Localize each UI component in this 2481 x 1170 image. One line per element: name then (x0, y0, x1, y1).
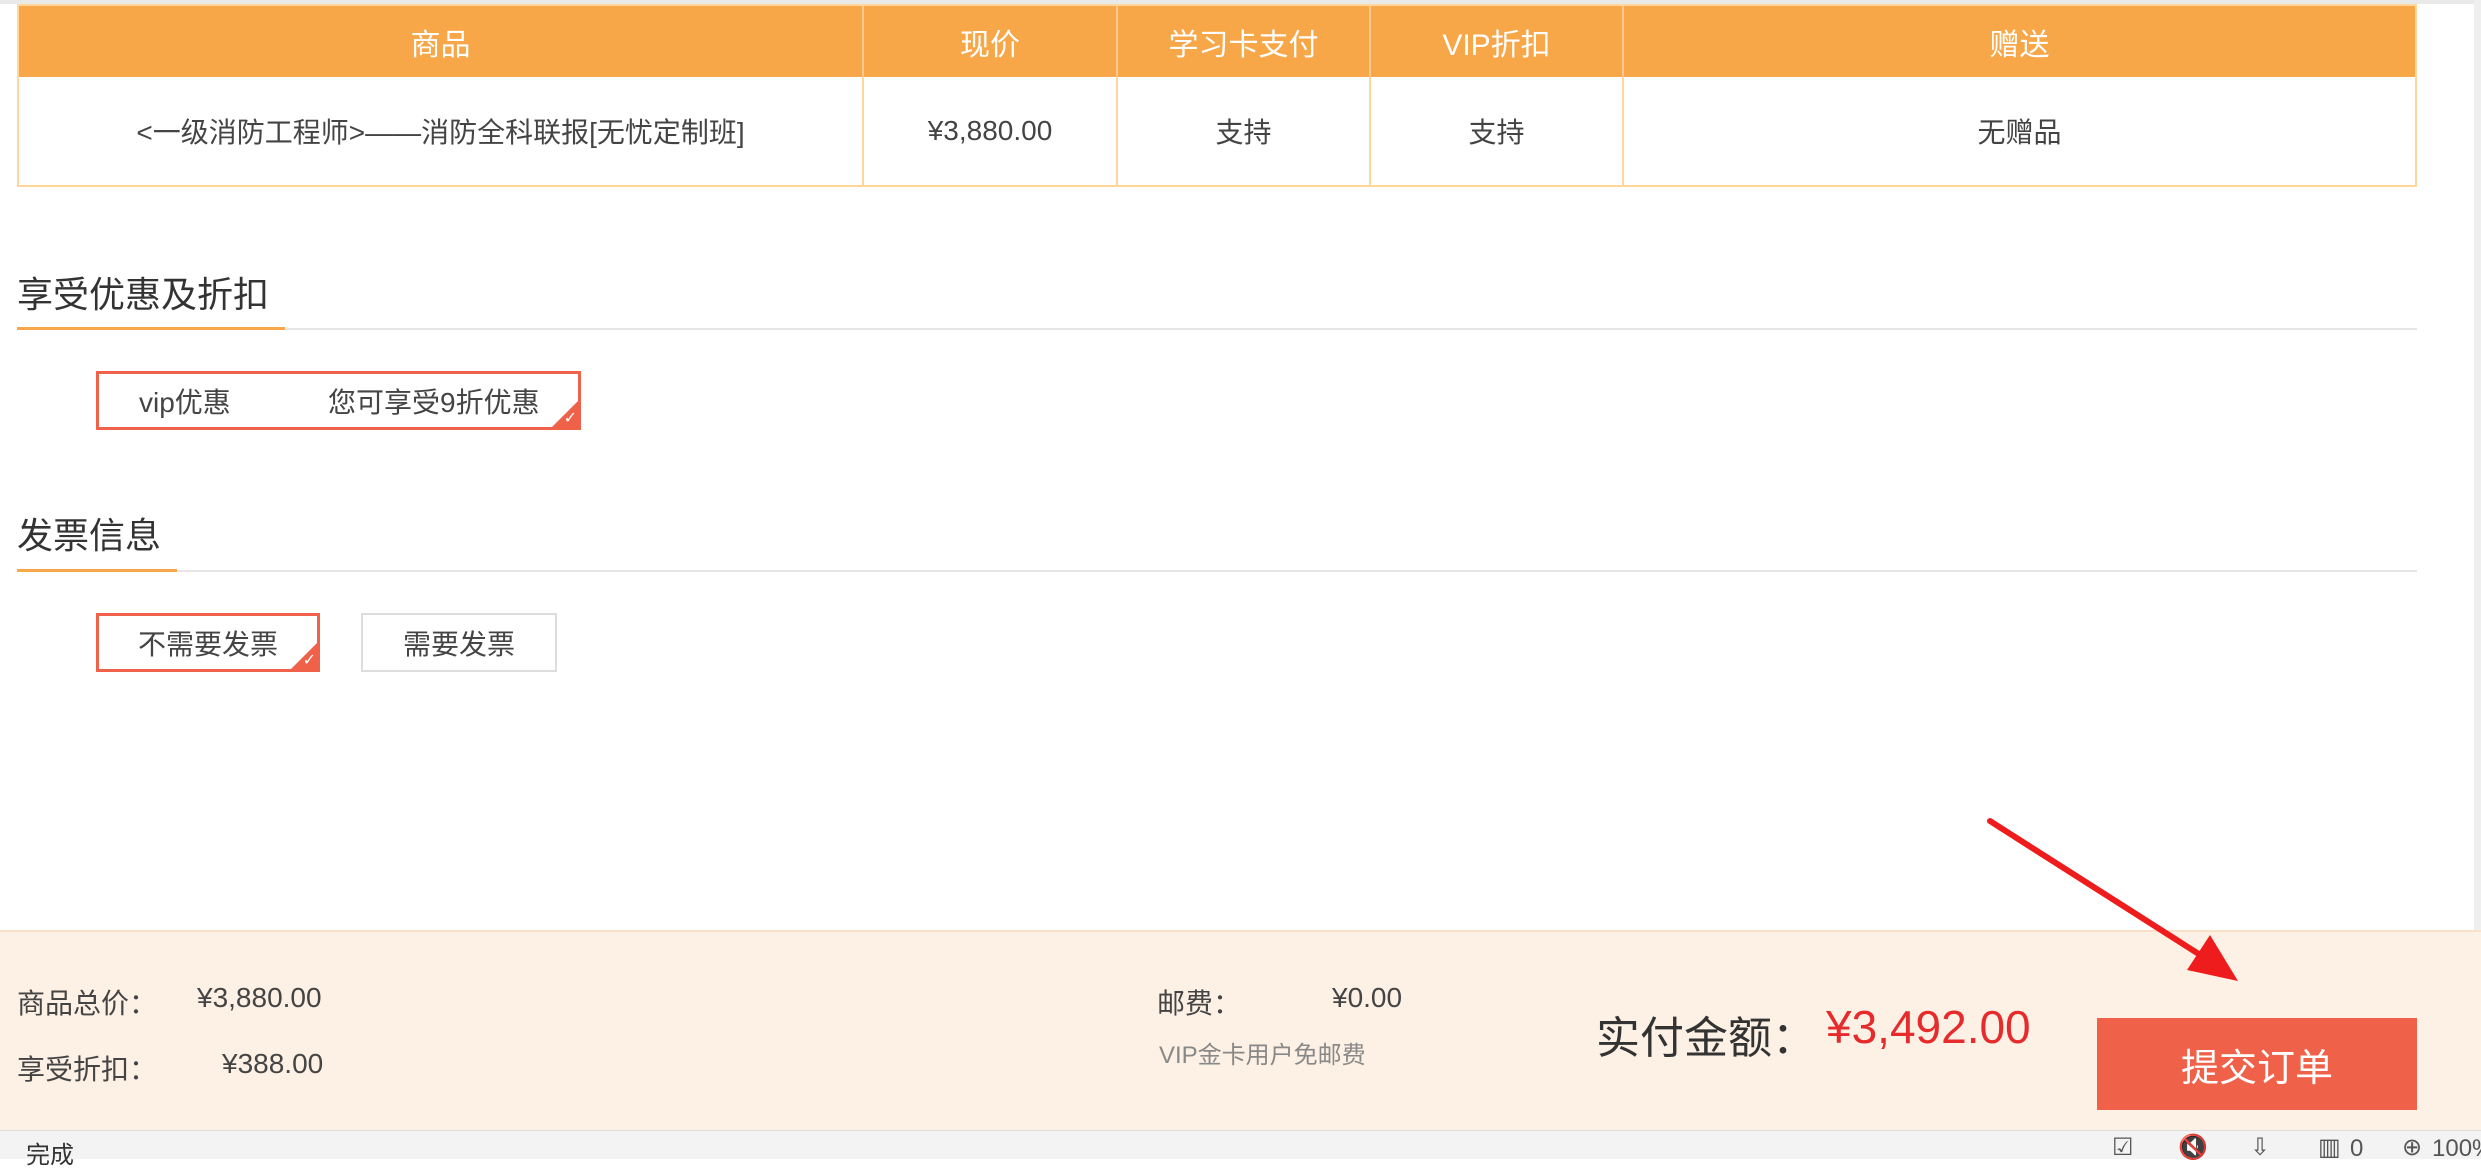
shipping-note: VIP金卡用户免邮费 (1159, 1042, 1366, 1069)
header-price: 现价 (960, 28, 1020, 62)
discount-value: ¥388.00 (222, 1048, 324, 1079)
vip-discount-option[interactable]: vip优惠 您可享受9折优惠 ✓ (96, 371, 581, 430)
cell-product-name: <一级消防工程师>——消防全科联报[无忧定制班] (136, 117, 745, 148)
need-invoice-option[interactable]: 需要发票 (361, 613, 557, 672)
invoice-section-accent (17, 569, 177, 572)
browser-status-bar: 完成 ☑ 🔇 ⇩ ▥ 0 ⊕ 100% (0, 1130, 2481, 1169)
need-invoice-label: 需要发票 (402, 628, 515, 660)
checkmark-icon: ✓ (563, 410, 577, 427)
no-invoice-label: 不需要发票 (137, 628, 278, 660)
discount-section-divider (17, 328, 2417, 330)
shipping-value: ¥0.00 (1332, 982, 1403, 1013)
header-gift: 赠送 (1989, 28, 2050, 62)
header-vip-discount: VIP折扣 (1442, 28, 1551, 62)
actual-pay-value: ¥3,492.00 (1826, 1001, 2031, 1053)
blocked-count: 0 (2350, 1135, 2364, 1162)
submit-order-button[interactable]: 提交订单 (2097, 1018, 2417, 1110)
vip-discount-name: vip优惠 (139, 386, 231, 418)
status-text: 完成 (26, 1142, 74, 1169)
table-header: 商品 现价 学习卡支付 VIP折扣 赠送 (19, 6, 2415, 77)
total-price-label: 商品总价： (17, 988, 158, 1019)
discount-label: 享受折扣： (17, 1054, 158, 1085)
vip-discount-desc: 您可享受9折优惠 (328, 386, 540, 418)
discount-section-accent (17, 327, 285, 330)
checkmark-icon: ✓ (302, 652, 316, 669)
page-scrollbar[interactable] (2474, 0, 2481, 930)
zoom-level[interactable]: 100% (2432, 1135, 2481, 1163)
shipping-label: 邮费： (1157, 988, 1242, 1019)
actual-pay-label: 实付金额： (1596, 1014, 1816, 1063)
invoice-section-divider (17, 570, 2417, 572)
table-row: <一级消防工程师>——消防全科联报[无忧定制班] ¥3,880.00 支持 支持… (19, 77, 2415, 185)
header-card-pay: 学习卡支付 (1168, 28, 1319, 62)
discount-section-title: 享受优惠及折扣 (17, 274, 270, 315)
cell-price: ¥3,880.00 (927, 115, 1053, 146)
cell-gift: 无赠品 (1977, 117, 2062, 148)
cell-vip-discount: 支持 (1468, 117, 1525, 148)
header-product: 商品 (410, 28, 471, 62)
cell-card-pay: 支持 (1215, 117, 1272, 148)
no-invoice-option[interactable]: 不需要发票 ✓ (96, 613, 320, 672)
product-table: 商品 现价 学习卡支付 VIP折扣 赠送 <一级消防工程师>——消防全科联报[无… (17, 4, 2417, 187)
invoice-section-title: 发票信息 (17, 515, 162, 556)
total-price-value: ¥3,880.00 (197, 982, 322, 1013)
order-summary: 商品总价： ¥3,880.00 享受折扣： ¥388.00 邮费： ¥0.00 … (0, 930, 2481, 1130)
